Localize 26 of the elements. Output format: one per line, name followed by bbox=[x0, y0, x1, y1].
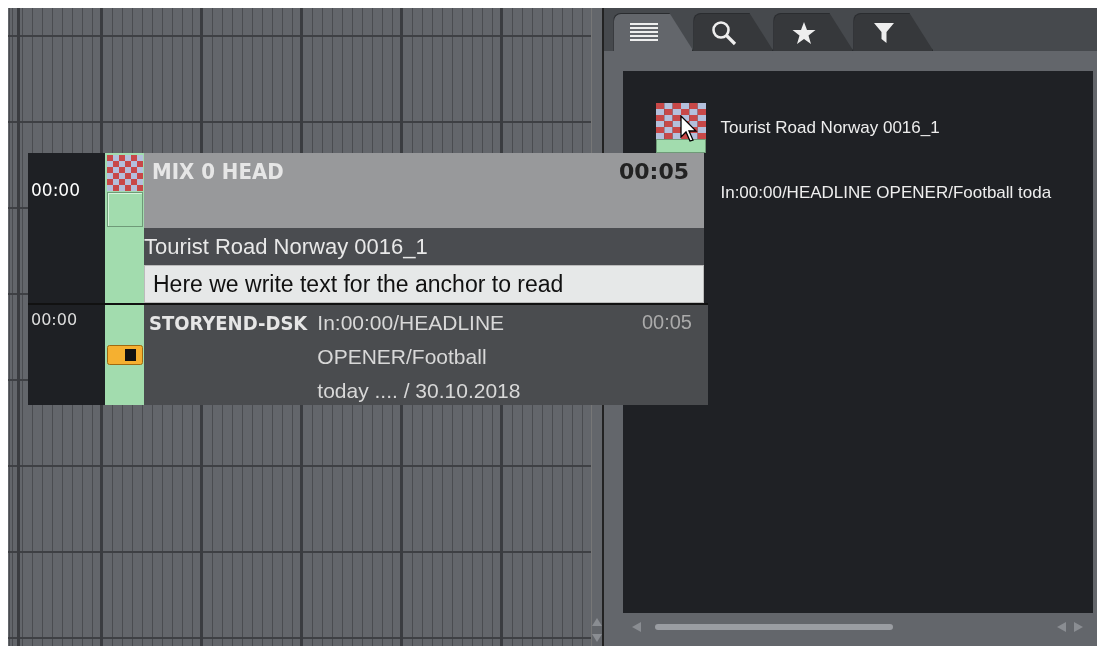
story-title: MIX 0 HEAD bbox=[152, 159, 284, 186]
filter-icon bbox=[874, 21, 895, 44]
story-info: In:00:00/HEADLINE OPENER/Football today .... / 30.10.2018 bbox=[317, 310, 522, 404]
browser-tab[interactable] bbox=[853, 13, 934, 51]
story-title: STORYEND-DSK bbox=[149, 311, 308, 335]
scroll-up-icon[interactable] bbox=[592, 618, 603, 626]
script-field[interactable]: Here we write text for the anchor to read bbox=[144, 265, 704, 303]
checker-icon bbox=[106, 155, 143, 191]
scroll-down-icon[interactable] bbox=[592, 634, 603, 642]
time-label: 00:00 bbox=[31, 180, 80, 200]
browser-tab[interactable] bbox=[773, 13, 854, 51]
duration-label: 00:05 bbox=[641, 311, 692, 334]
item-title: Tourist Road Norway 0016_1 bbox=[720, 118, 940, 138]
search-icon bbox=[711, 19, 738, 46]
item-title: In:00:00/HEADLINE OPENER/Football toda bbox=[720, 183, 1052, 203]
browser-tab[interactable] bbox=[693, 13, 774, 51]
clip-icon[interactable] bbox=[656, 103, 707, 153]
clip-name: Tourist Road Norway 0016_1 bbox=[144, 228, 704, 265]
browser-tab[interactable] bbox=[613, 13, 694, 51]
scroll-thumb[interactable] bbox=[655, 624, 894, 630]
star-icon bbox=[792, 20, 817, 45]
source-button[interactable] bbox=[106, 192, 143, 227]
duration-label: 00:05 bbox=[618, 159, 689, 186]
key-icon bbox=[106, 345, 143, 365]
time-label: 00:00 bbox=[31, 310, 78, 329]
list-icon bbox=[630, 21, 659, 44]
